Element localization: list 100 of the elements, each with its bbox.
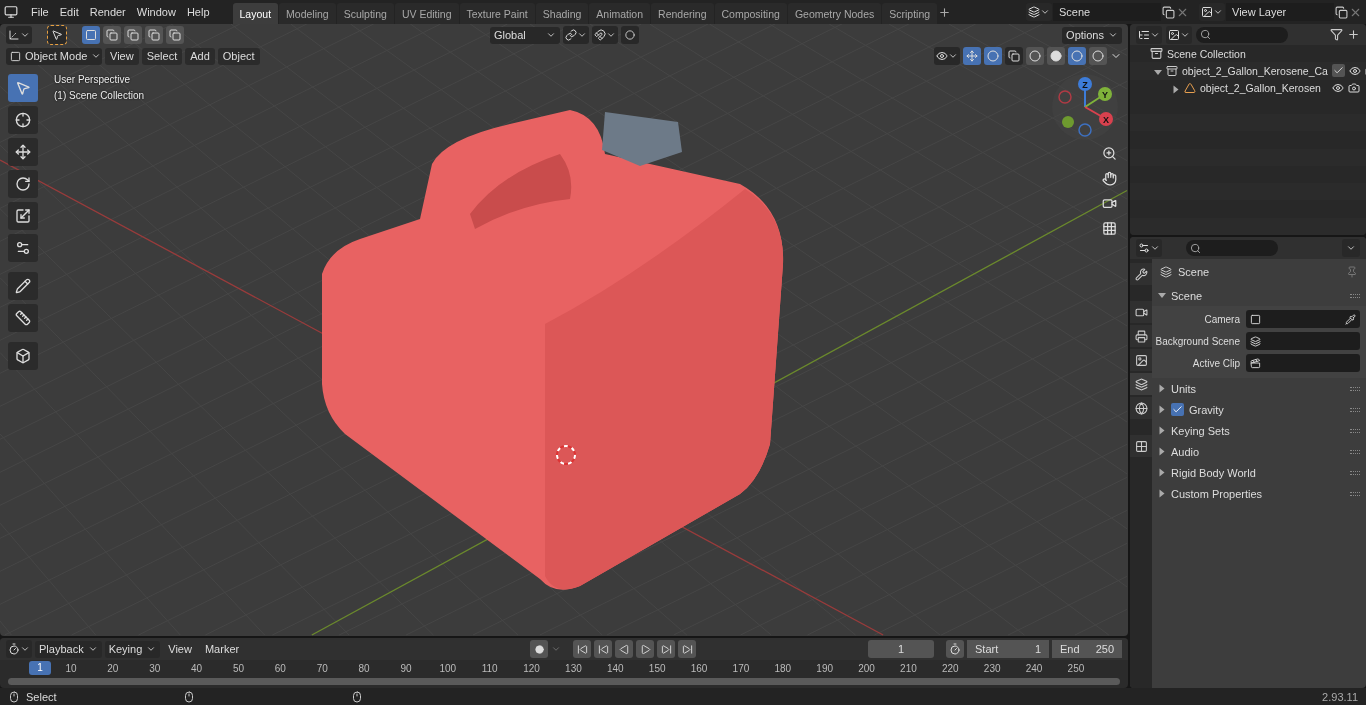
overlay-toggle-button[interactable]: [984, 47, 1002, 65]
previous-keyframe-button[interactable]: [594, 640, 613, 658]
editor-type-button[interactable]: [6, 640, 32, 658]
shading-mode-button[interactable]: [1068, 47, 1086, 65]
select-mode-button[interactable]: [103, 26, 121, 44]
jump-start-button[interactable]: [573, 640, 592, 658]
playhead[interactable]: 1: [29, 661, 51, 675]
viewport-menu[interactable]: View: [105, 47, 139, 65]
proportional-edit-button[interactable]: [621, 26, 639, 44]
workspace-tab[interactable]: Rendering: [651, 3, 714, 24]
copy-view-layer-icon[interactable]: [1335, 5, 1348, 19]
properties-tab[interactable]: [1130, 435, 1152, 457]
checkbox[interactable]: [1171, 403, 1184, 416]
visibility-icon[interactable]: [1332, 82, 1344, 95]
shading-mode-button[interactable]: [1089, 47, 1107, 65]
shading-mode-button[interactable]: [1026, 47, 1044, 65]
properties-tab[interactable]: [1130, 325, 1152, 347]
mode-dropdown[interactable]: Object Mode: [6, 47, 102, 65]
tool-button[interactable]: [8, 342, 38, 370]
scene-field[interactable]: Scene: [1053, 3, 1161, 21]
menu-item[interactable]: Edit: [54, 3, 84, 21]
properties-tab[interactable]: [1130, 397, 1152, 419]
property-field[interactable]: [1246, 354, 1360, 372]
tool-button[interactable]: [8, 272, 38, 300]
copy-scene-icon[interactable]: [1162, 5, 1175, 19]
menu-item[interactable]: Window: [131, 3, 181, 21]
workspace-tab[interactable]: Scripting: [882, 3, 938, 24]
workspace-tab[interactable]: Animation: [589, 3, 651, 24]
render-camera-icon[interactable]: [1348, 82, 1360, 95]
tool-button[interactable]: [8, 304, 38, 332]
pin-icon[interactable]: [1346, 266, 1358, 278]
timeline-menu[interactable]: Keying: [104, 640, 161, 658]
navigation-gizmo[interactable]: Z Y X: [1050, 72, 1120, 142]
view-layer-selector[interactable]: [1199, 3, 1225, 21]
menu-item[interactable]: File: [26, 3, 54, 21]
timeline-scrollbar[interactable]: [8, 678, 1120, 685]
view-layer-field[interactable]: View Layer: [1226, 3, 1334, 21]
search-field[interactable]: [1196, 26, 1288, 43]
visibility-icon[interactable]: [1348, 65, 1361, 77]
exclude-checkbox[interactable]: [1331, 64, 1345, 78]
workspace-tab[interactable]: UV Editing: [394, 3, 459, 24]
start-frame-field[interactable]: Start 1: [967, 640, 1049, 658]
tool-select-button[interactable]: [48, 26, 66, 44]
properties-tab[interactable]: [1130, 263, 1152, 285]
play-button[interactable]: [636, 640, 655, 658]
select-mode-button[interactable]: [145, 26, 163, 44]
menu-item[interactable]: Help: [181, 3, 215, 21]
preview-range-button[interactable]: [946, 640, 964, 658]
tool-button[interactable]: [8, 138, 38, 166]
tool-button[interactable]: [8, 170, 38, 198]
viewport-menu[interactable]: Select: [141, 47, 183, 65]
jump-end-button[interactable]: [678, 640, 697, 658]
viewport-menu[interactable]: Add: [185, 47, 215, 65]
tool-button[interactable]: [8, 202, 38, 230]
record-button[interactable]: [530, 640, 549, 658]
current-frame-field[interactable]: 1: [868, 640, 934, 658]
options-dropdown[interactable]: Options: [1062, 26, 1122, 44]
workspace-tab[interactable]: Layout: [232, 3, 279, 24]
scene-selector[interactable]: [1026, 3, 1052, 21]
timeline-menu[interactable]: Marker: [199, 640, 245, 658]
timeline-menu[interactable]: Playback: [35, 640, 102, 658]
panel-header[interactable]: Scene: [1152, 285, 1366, 306]
snap-button[interactable]: [592, 26, 618, 44]
tool-button[interactable]: [8, 106, 38, 134]
menu-item[interactable]: Render: [84, 3, 131, 21]
play-reverse-button[interactable]: [615, 640, 634, 658]
gizmo-toggle-button[interactable]: [963, 47, 981, 65]
workspace-tab[interactable]: Compositing: [714, 3, 787, 24]
panel-header[interactable]: Gravity: [1152, 399, 1366, 420]
property-field[interactable]: [1246, 332, 1360, 350]
workspace-tab[interactable]: Shading: [535, 3, 589, 24]
workspace-tab[interactable]: Texture Paint: [459, 3, 535, 24]
next-keyframe-button[interactable]: [657, 640, 676, 658]
properties-tab[interactable]: [1130, 349, 1152, 371]
display-mode-button[interactable]: [1166, 25, 1192, 44]
workspace-tab[interactable]: Geometry Nodes: [787, 3, 882, 24]
add-workspace-icon[interactable]: [938, 5, 952, 19]
properties-tab[interactable]: [1130, 301, 1152, 323]
select-mode-button[interactable]: [82, 26, 100, 44]
select-mode-button[interactable]: [124, 26, 142, 44]
workspace-tab[interactable]: Sculpting: [336, 3, 394, 24]
panel-header[interactable]: Units: [1152, 378, 1366, 399]
filter-icon[interactable]: [1330, 28, 1343, 42]
shading-mode-button[interactable]: [1047, 47, 1065, 65]
select-mode-button[interactable]: [166, 26, 184, 44]
panel-header[interactable]: Audio: [1152, 441, 1366, 462]
properties-tab[interactable]: [1130, 373, 1152, 395]
outliner-item[interactable]: Scene Collection: [1167, 47, 1360, 60]
panel-header[interactable]: Custom Properties: [1152, 483, 1366, 504]
orientation-dropdown[interactable]: Global: [490, 26, 560, 44]
viewport-menu[interactable]: Object: [217, 47, 260, 65]
property-field[interactable]: [1246, 310, 1360, 328]
panel-header[interactable]: Keying Sets: [1152, 420, 1366, 441]
tool-button[interactable]: [8, 234, 38, 262]
outliner-item[interactable]: object_2_Gallon_Kerosene_Ca: [1182, 65, 1328, 77]
editor-type-button[interactable]: [1136, 25, 1162, 44]
search-field[interactable]: [1186, 240, 1278, 256]
panel-header[interactable]: Rigid Body World: [1152, 462, 1366, 483]
pivot-button[interactable]: [563, 26, 589, 44]
outliner-item[interactable]: object_2_Gallon_Kerosen: [1200, 82, 1328, 95]
